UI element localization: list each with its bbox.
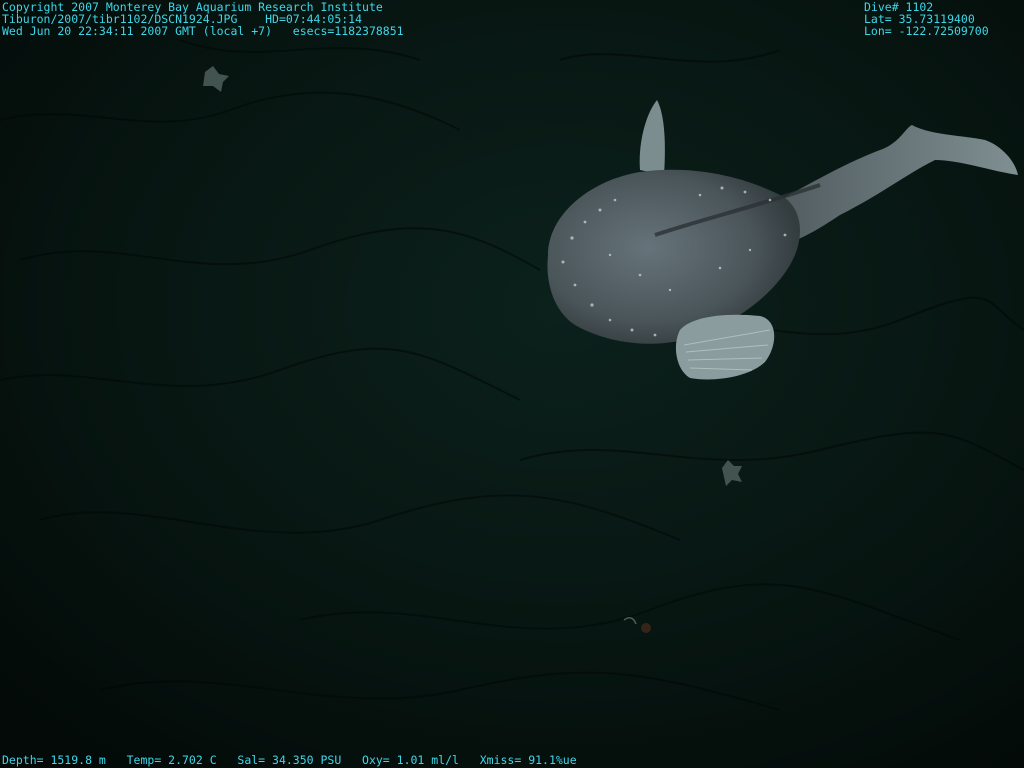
timestamp-text: Wed Jun 20 22:34:11 2007 GMT (local +7) … [2, 24, 404, 38]
seafloor-scene [0, 0, 1024, 768]
sensor-readout-overlay: Depth= 1519.8 m Temp= 2.702 C Sal= 34.35… [2, 754, 577, 766]
underwater-photo-frame: Copyright 2007 Monterey Bay Aquarium Res… [0, 0, 1024, 768]
longitude-text: Lon= -122.72509700 [864, 24, 989, 38]
header-right-overlay: Dive# 1102 Lat= 35.73119400 Lon= -122.72… [864, 1, 989, 37]
header-left-overlay: Copyright 2007 Monterey Bay Aquarium Res… [2, 1, 404, 37]
sensor-readout-text: Depth= 1519.8 m Temp= 2.702 C Sal= 34.35… [2, 753, 577, 767]
